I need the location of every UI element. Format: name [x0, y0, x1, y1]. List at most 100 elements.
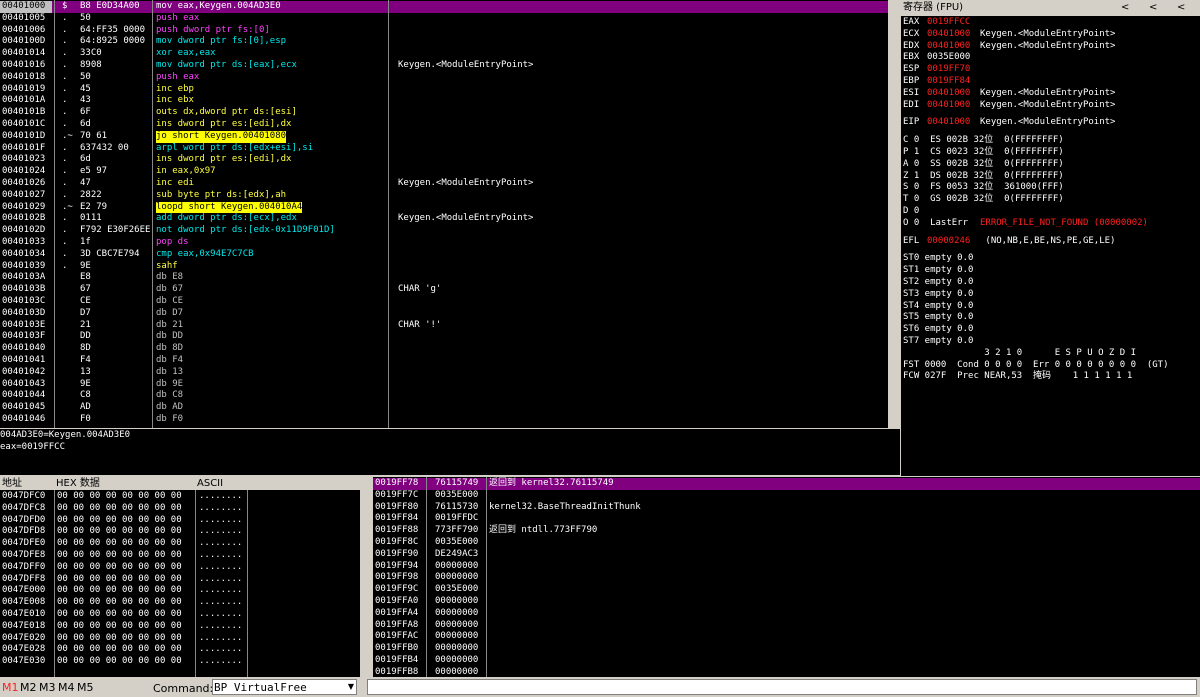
disasm-row[interactable]: 0040101A. 43 inc ebx: [0, 95, 888, 107]
disasm-row[interactable]: 00401016. 8908 mov dword ptr ds:[eax],ecx K…: [0, 60, 888, 72]
fpu-st-row[interactable]: ST3 empty 0.0: [901, 289, 1200, 301]
register-esp[interactable]: ESP 0019FF70: [901, 64, 1200, 76]
flag-row[interactable]: C 0 ES 002B 32位 0(FFFFFFFF): [901, 135, 1200, 147]
disasm-row[interactable]: 00401039. 9E sahf: [0, 261, 888, 273]
disasm-row[interactable]: 0040101F. 637432 00 arpl word ptr ds:[edx+…: [0, 143, 888, 155]
fcw-row[interactable]: FCW 027F Prec NEAR,53 掩码 1 1 1 1 1 1: [901, 371, 1200, 383]
fpu-st-row[interactable]: ST1 empty 0.0: [901, 265, 1200, 277]
disasm-row[interactable]: 00401044 C8 db C8: [0, 390, 888, 402]
register-eip[interactable]: EIP 00401000 Keygen.<ModuleEntryPoint>: [901, 117, 1200, 129]
disasm-row[interactable]: 00401033. 1f pop ds: [0, 237, 888, 249]
flag-row[interactable]: A 0 SS 002B 32位 0(FFFFFFFF): [901, 159, 1200, 171]
disassembly-pane[interactable]: 00401000 $ B8 E0D34A00 mov eax,Keygen.004AD…: [0, 0, 888, 428]
stack-row[interactable]: 0019FF94 00000000: [373, 561, 1200, 573]
stack-row[interactable]: 0019FF98 00000000: [373, 572, 1200, 584]
register-esi[interactable]: ESI 00401000 Keygen.<ModuleEntryPoint>: [901, 88, 1200, 100]
nav-prev-icon[interactable]: <: [1149, 1, 1157, 14]
stack-pane[interactable]: 0019FF78 76115749 返回到 kernel32.76115749 001…: [373, 477, 1200, 677]
stack-row[interactable]: 0019FF90 DE249AC3: [373, 549, 1200, 561]
fpu-header-row[interactable]: 3 2 1 0 E S P U O Z D I: [901, 348, 1200, 360]
disasm-row[interactable]: 0040101C. 6d ins dword ptr es:[edi],dx: [0, 119, 888, 131]
stack-row[interactable]: 0019FFA4 00000000: [373, 608, 1200, 620]
tab-m5[interactable]: M5: [77, 681, 94, 694]
disasm-row[interactable]: 0040103B 67 db 67 CHAR 'g': [0, 284, 888, 296]
stack-row[interactable]: 0019FF88 773FF790 返回到 ntdll.773FF790: [373, 525, 1200, 537]
disasm-row[interactable]: 00401023. 6d ins dword ptr es:[edi],dx: [0, 154, 888, 166]
disasm-row[interactable]: 0040101B. 6F outs dx,dword ptr ds:[esi]: [0, 107, 888, 119]
disasm-row[interactable]: 00401034. 3D CBC7E794 cmp eax,0x94E7C7CB: [0, 249, 888, 261]
stack-row[interactable]: 0019FF80 76115730 kernel32.BaseThreadInitT…: [373, 502, 1200, 514]
chevron-down-icon[interactable]: ▼: [348, 682, 354, 691]
disasm-row[interactable]: 00401014. 33C0 xor eax,eax: [0, 48, 888, 60]
registers-pane[interactable]: 寄存器 (FPU) < < < EAX 0019FFCC ECX 00401000 Ke…: [901, 0, 1200, 476]
register-eax[interactable]: EAX 0019FFCC: [901, 17, 1200, 29]
disasm-row[interactable]: 00401027. 2822 sub byte ptr ds:[edx],ah: [0, 190, 888, 202]
stack-row[interactable]: 0019FFB0 00000000: [373, 643, 1200, 655]
register-ebp[interactable]: EBP 0019FF84: [901, 76, 1200, 88]
flag-row[interactable]: P 1 CS 0023 32位 0(FFFFFFFF): [901, 147, 1200, 159]
flag-row[interactable]: Z 1 DS 002B 32位 0(FFFFFFFF): [901, 171, 1200, 183]
nav-back-icon[interactable]: <: [1121, 1, 1129, 14]
efl-row[interactable]: EFL 00000246 (NO,NB,E,BE,NS,PE,GE,LE): [901, 236, 1200, 248]
stack-row[interactable]: 0019FFB4 00000000: [373, 655, 1200, 667]
disasm-row[interactable]: 00401019. 45 inc ebp: [0, 84, 888, 96]
register-edx[interactable]: EDX 00401000 Keygen.<ModuleEntryPoint>: [901, 41, 1200, 53]
command-input[interactable]: BP VirtualFree ▼: [212, 679, 357, 695]
disasm-row[interactable]: 0040102B. 0111 add dword ptr ds:[ecx],edx K…: [0, 213, 888, 225]
disasm-row[interactable]: 00401029 .~ E2 79 loopd short Keygen.004010…: [0, 201, 888, 214]
disasm-row[interactable]: 00401040 8D db 8D: [0, 343, 888, 355]
disasm-row[interactable]: 0040103F DD db DD: [0, 331, 888, 343]
disasm-row[interactable]: 00401043 9E db 9E: [0, 379, 888, 391]
disasm-row[interactable]: 0040100D. 64:8925 0000 mov dword ptr fs:[0…: [0, 36, 888, 48]
disasm-row[interactable]: 00401006. 64:FF35 0000 push dword ptr fs:[…: [0, 25, 888, 37]
register-edi[interactable]: EDI 00401000 Keygen.<ModuleEntryPoint>: [901, 100, 1200, 112]
stack-row[interactable]: 0019FF9C 0035E000: [373, 584, 1200, 596]
stack-row[interactable]: 0019FFA0 00000000: [373, 596, 1200, 608]
disassembly-scrollbar[interactable]: [888, 0, 900, 428]
register-comment: Keygen.<ModuleEntryPoint>: [980, 117, 1116, 128]
fpu-st-row[interactable]: ST6 empty 0.0: [901, 324, 1200, 336]
stack-row[interactable]: 0019FF7C 0035E000: [373, 490, 1200, 502]
disasm-row[interactable]: 00401042 13 db 13: [0, 367, 888, 379]
stack-row[interactable]: 0019FFB8 00000000: [373, 667, 1200, 677]
stack-row[interactable]: 0019FF78 76115749 返回到 kernel32.76115749: [373, 478, 1200, 490]
fst-row[interactable]: FST 0000 Cond 0 0 0 0 Err 0 0 0 0 0 0 0 …: [901, 360, 1200, 372]
disasm-row[interactable]: 00401024. e5 97 in eax,0x97: [0, 166, 888, 178]
flag-row[interactable]: S 0 FS 0053 32位 361000(FFF): [901, 182, 1200, 194]
dump-scrollbar[interactable]: [360, 477, 372, 677]
memory-dump-pane[interactable]: 地址 HEX 数据 ASCII 0047DFC0 00 00 00 00 00 0…: [0, 477, 360, 677]
stack-value: 76115730: [435, 501, 479, 512]
disasm-row[interactable]: 00401018. 50 push eax: [0, 72, 888, 84]
disasm-row[interactable]: 00401005. 50 push eax: [0, 13, 888, 25]
stack-row[interactable]: 0019FF84 0019FFDC: [373, 513, 1200, 525]
disasm-row[interactable]: 00401045 AD db AD: [0, 402, 888, 414]
fpu-st-row[interactable]: ST0 empty 0.0: [901, 253, 1200, 265]
stack-row[interactable]: 0019FF8C 0035E000: [373, 537, 1200, 549]
disasm-row[interactable]: 0040103E 21 db 21 CHAR '!': [0, 320, 888, 332]
flag-row[interactable]: D 0: [901, 206, 1200, 218]
disasm-row[interactable]: 0040103D D7 db D7: [0, 308, 888, 320]
register-ebx[interactable]: EBX 0035E000: [901, 52, 1200, 64]
disasm-row[interactable]: 0040101D .~ 70 61 jo short Keygen.00401080: [0, 130, 888, 143]
fpu-st-row[interactable]: ST5 empty 0.0: [901, 312, 1200, 324]
disasm-row[interactable]: 00401046 F0 db F0: [0, 414, 888, 426]
register-ecx[interactable]: ECX 00401000 Keygen.<ModuleEntryPoint>: [901, 29, 1200, 41]
disasm-row[interactable]: 0040103C CE db CE: [0, 296, 888, 308]
stack-row[interactable]: 0019FFA8 00000000: [373, 620, 1200, 632]
disasm-row[interactable]: 0040103A E8 db E8: [0, 272, 888, 284]
disasm-row[interactable]: 00401041 F4 db F4: [0, 355, 888, 367]
tab-m1[interactable]: M1: [2, 681, 19, 694]
flag-row[interactable]: T 0 GS 002B 32位 0(FFFFFFFF): [901, 194, 1200, 206]
tab-m3[interactable]: M3: [39, 681, 56, 694]
tab-m2[interactable]: M2: [20, 681, 37, 694]
disasm-row[interactable]: 00401026. 47 inc edi Keygen.<ModuleEntryPoi…: [0, 178, 888, 190]
tab-m4[interactable]: M4: [58, 681, 75, 694]
nav-first-icon[interactable]: <: [1177, 1, 1185, 14]
disasm-row[interactable]: 00401000 $ B8 E0D34A00 mov eax,Keygen.004AD…: [0, 1, 888, 13]
fpu-st-row[interactable]: ST7 empty 0.0: [901, 336, 1200, 348]
fpu-st-row[interactable]: ST4 empty 0.0: [901, 301, 1200, 313]
stack-row[interactable]: 0019FFAC 00000000: [373, 631, 1200, 643]
disasm-row[interactable]: 0040102D. F792 E30F26EE not dword ptr ds:[…: [0, 225, 888, 237]
flag-row[interactable]: O 0 LastErr ERROR_FILE_NOT_FOUND (000000…: [901, 218, 1200, 230]
fpu-st-row[interactable]: ST2 empty 0.0: [901, 277, 1200, 289]
